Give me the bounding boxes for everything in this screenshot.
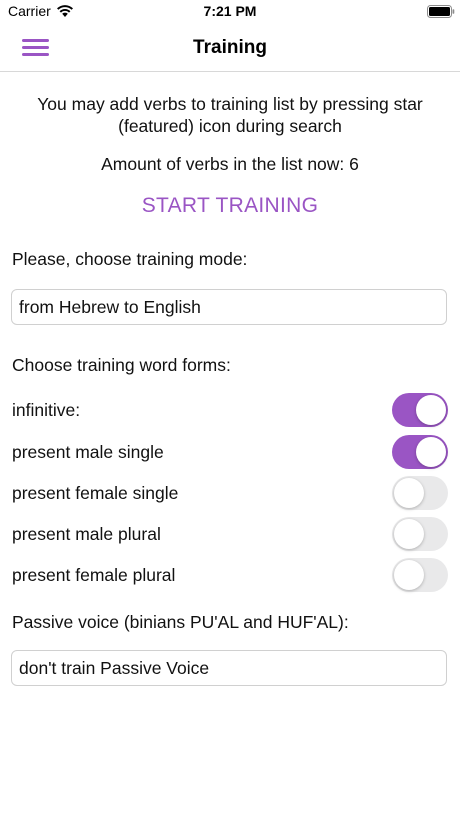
navigation-bar: Training [0,26,460,72]
toggle-present-female-plural[interactable] [392,558,448,592]
passive-voice-select[interactable]: don't train Passive Voice [11,650,447,686]
status-bar: Carrier 7:21 PM [0,0,460,26]
info-text: You may add verbs to training list by pr… [37,94,423,136]
toggle-present-male-plural[interactable] [392,517,448,551]
start-training-button[interactable]: START TRAINING [0,194,460,218]
toggle-knob [394,519,424,549]
word-form-label-present-female-single: present female single [12,483,179,503]
toggle-knob [394,560,424,590]
page-title: Training [193,37,267,58]
word-form-label-present-male-single: present male single [12,442,164,462]
toggle-knob [416,395,446,425]
toggle-present-male-single[interactable] [392,435,448,469]
battery-icon [427,5,455,18]
training-mode-select[interactable]: from Hebrew to English [11,289,447,325]
status-time: 7:21 PM [203,3,257,19]
toggle-present-female-single[interactable] [392,476,448,510]
word-form-label-present-female-plural: present female plural [12,565,176,585]
verb-count-text: Amount of verbs in the list now: 6 [101,154,359,174]
word-form-label-present-male-plural: present male plural [12,524,161,544]
toggle-knob [394,478,424,508]
word-form-label-infinitive: infinitive: [12,400,81,420]
toggle-infinitive[interactable] [392,393,448,427]
passive-voice-label: Passive voice (binians PU'AL and HUF'AL)… [12,612,349,632]
toggle-knob [416,437,446,467]
word-forms-label: Choose training word forms: [12,355,231,375]
training-mode-label: Please, choose training mode: [12,249,248,269]
